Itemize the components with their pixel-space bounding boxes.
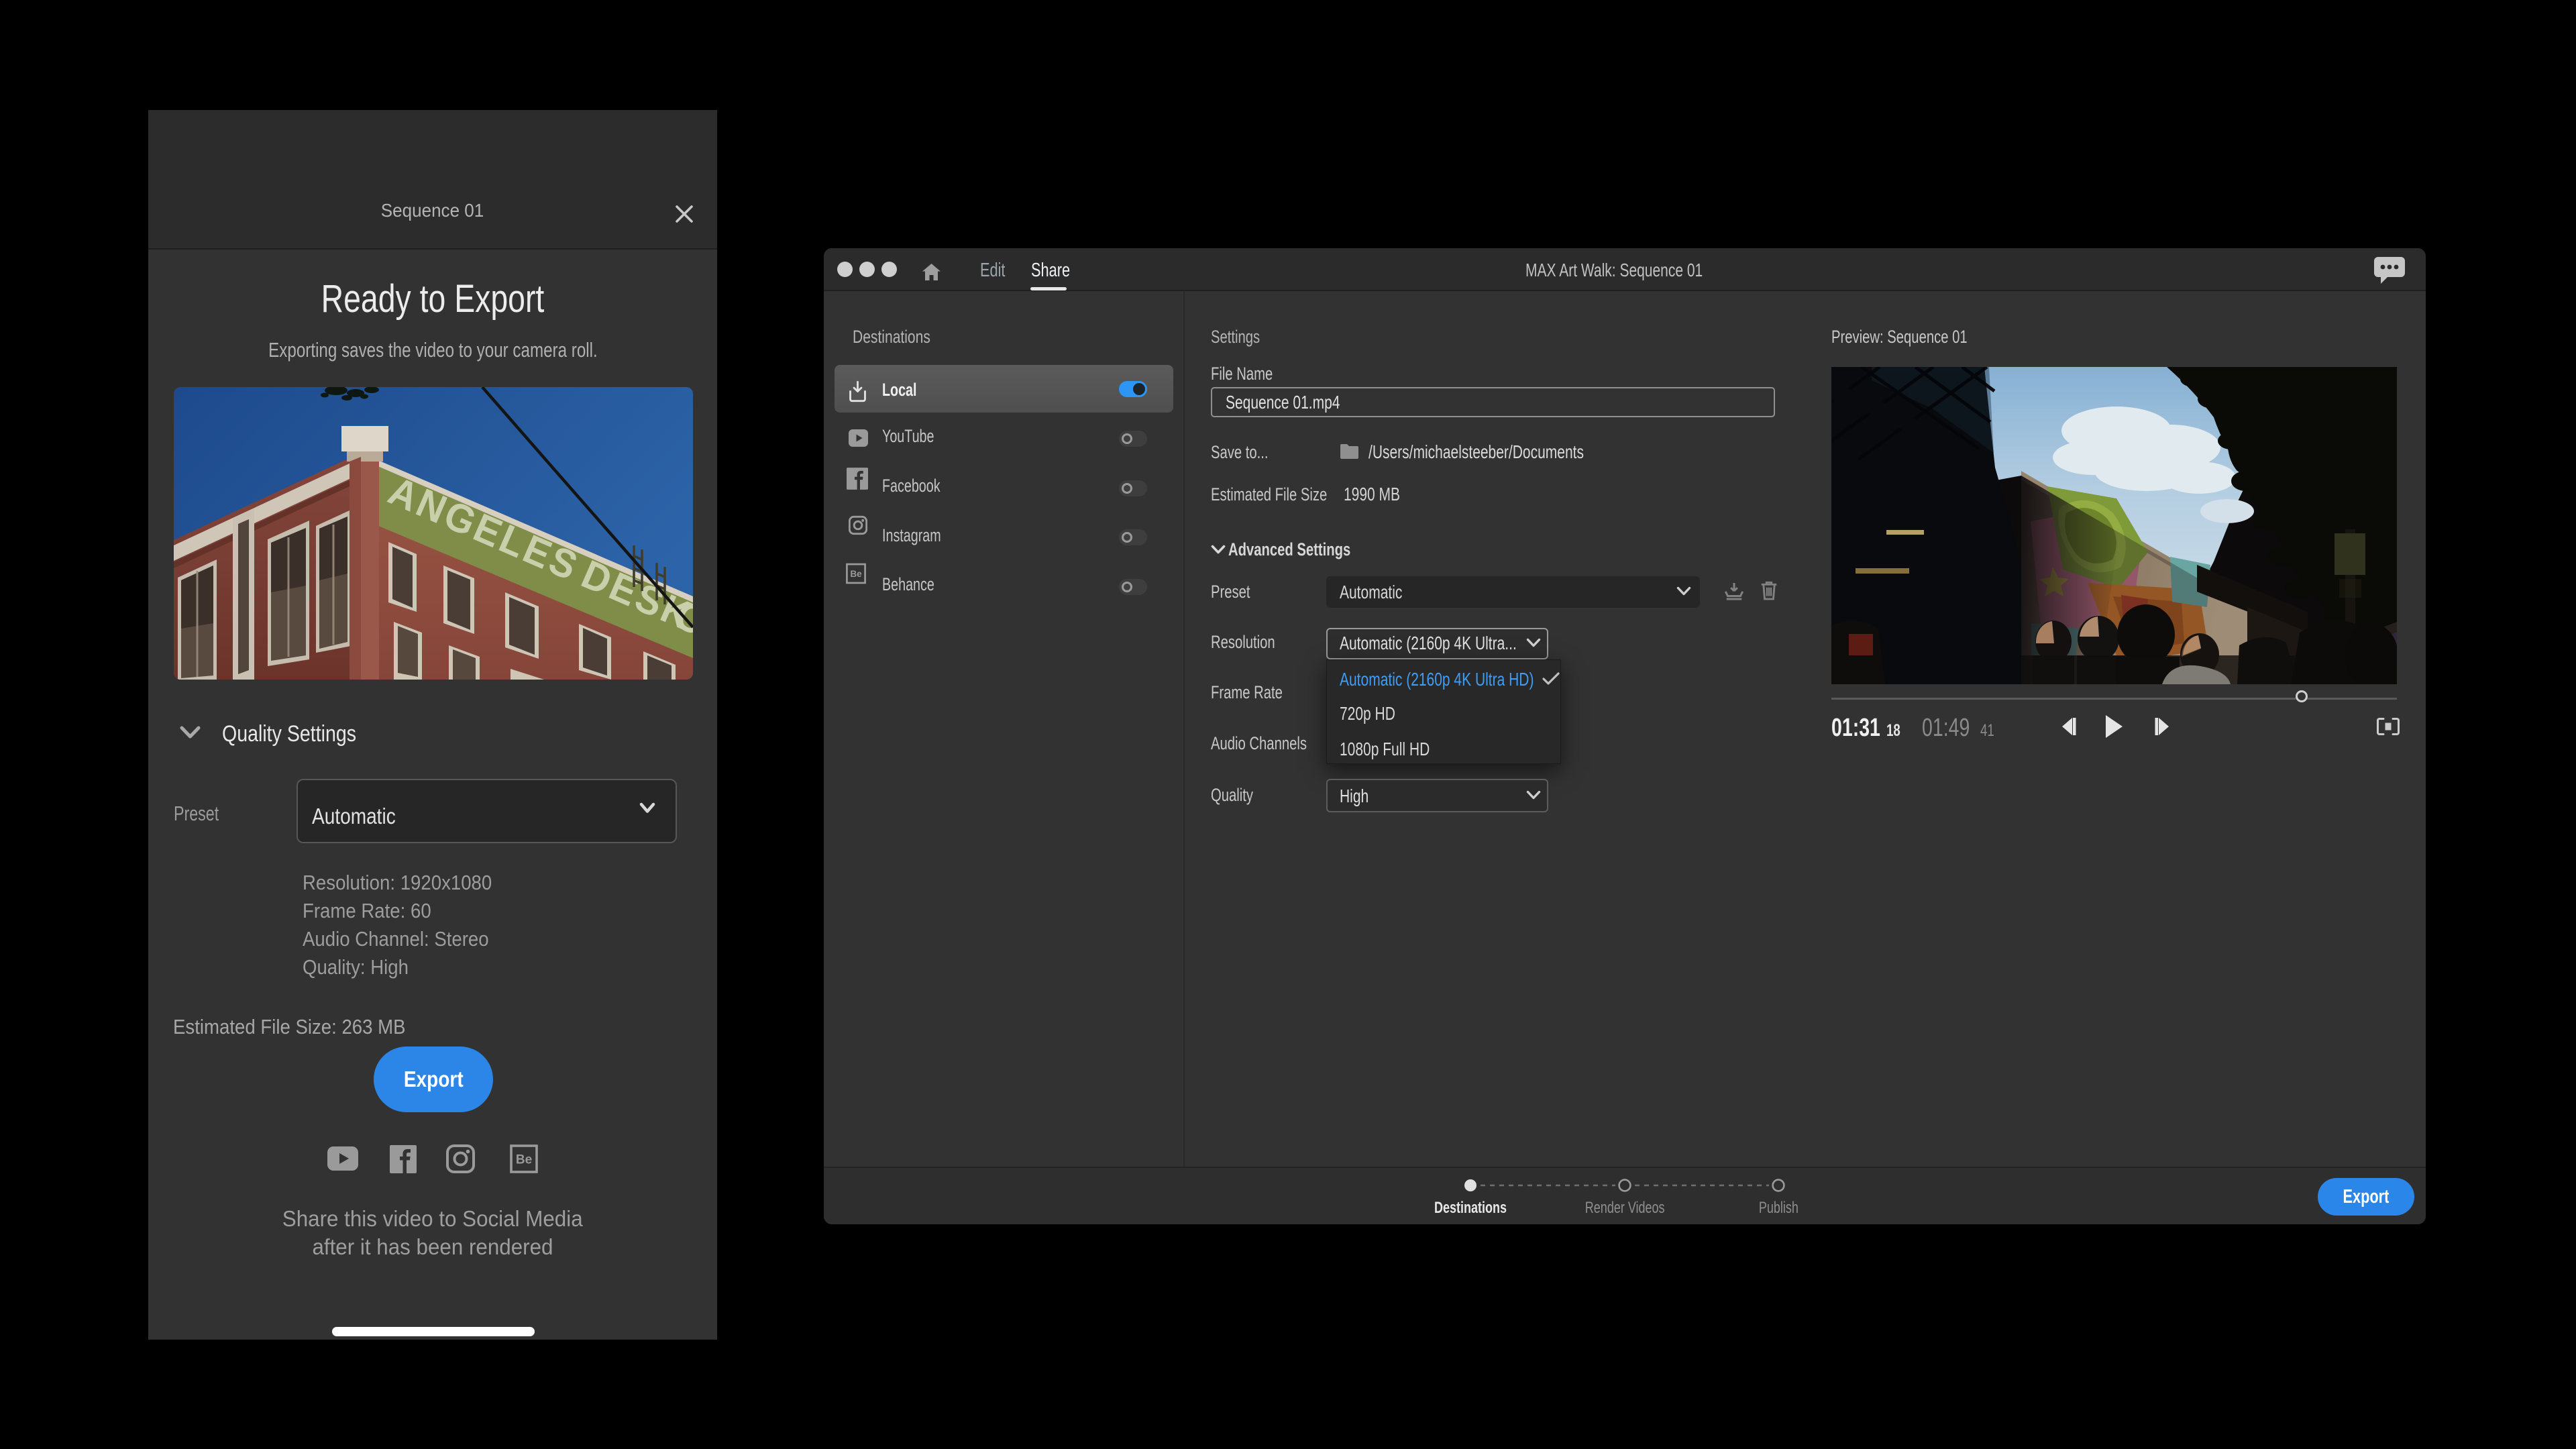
svg-text:Be: Be (516, 1153, 532, 1167)
svg-text:Be: Be (850, 569, 862, 579)
